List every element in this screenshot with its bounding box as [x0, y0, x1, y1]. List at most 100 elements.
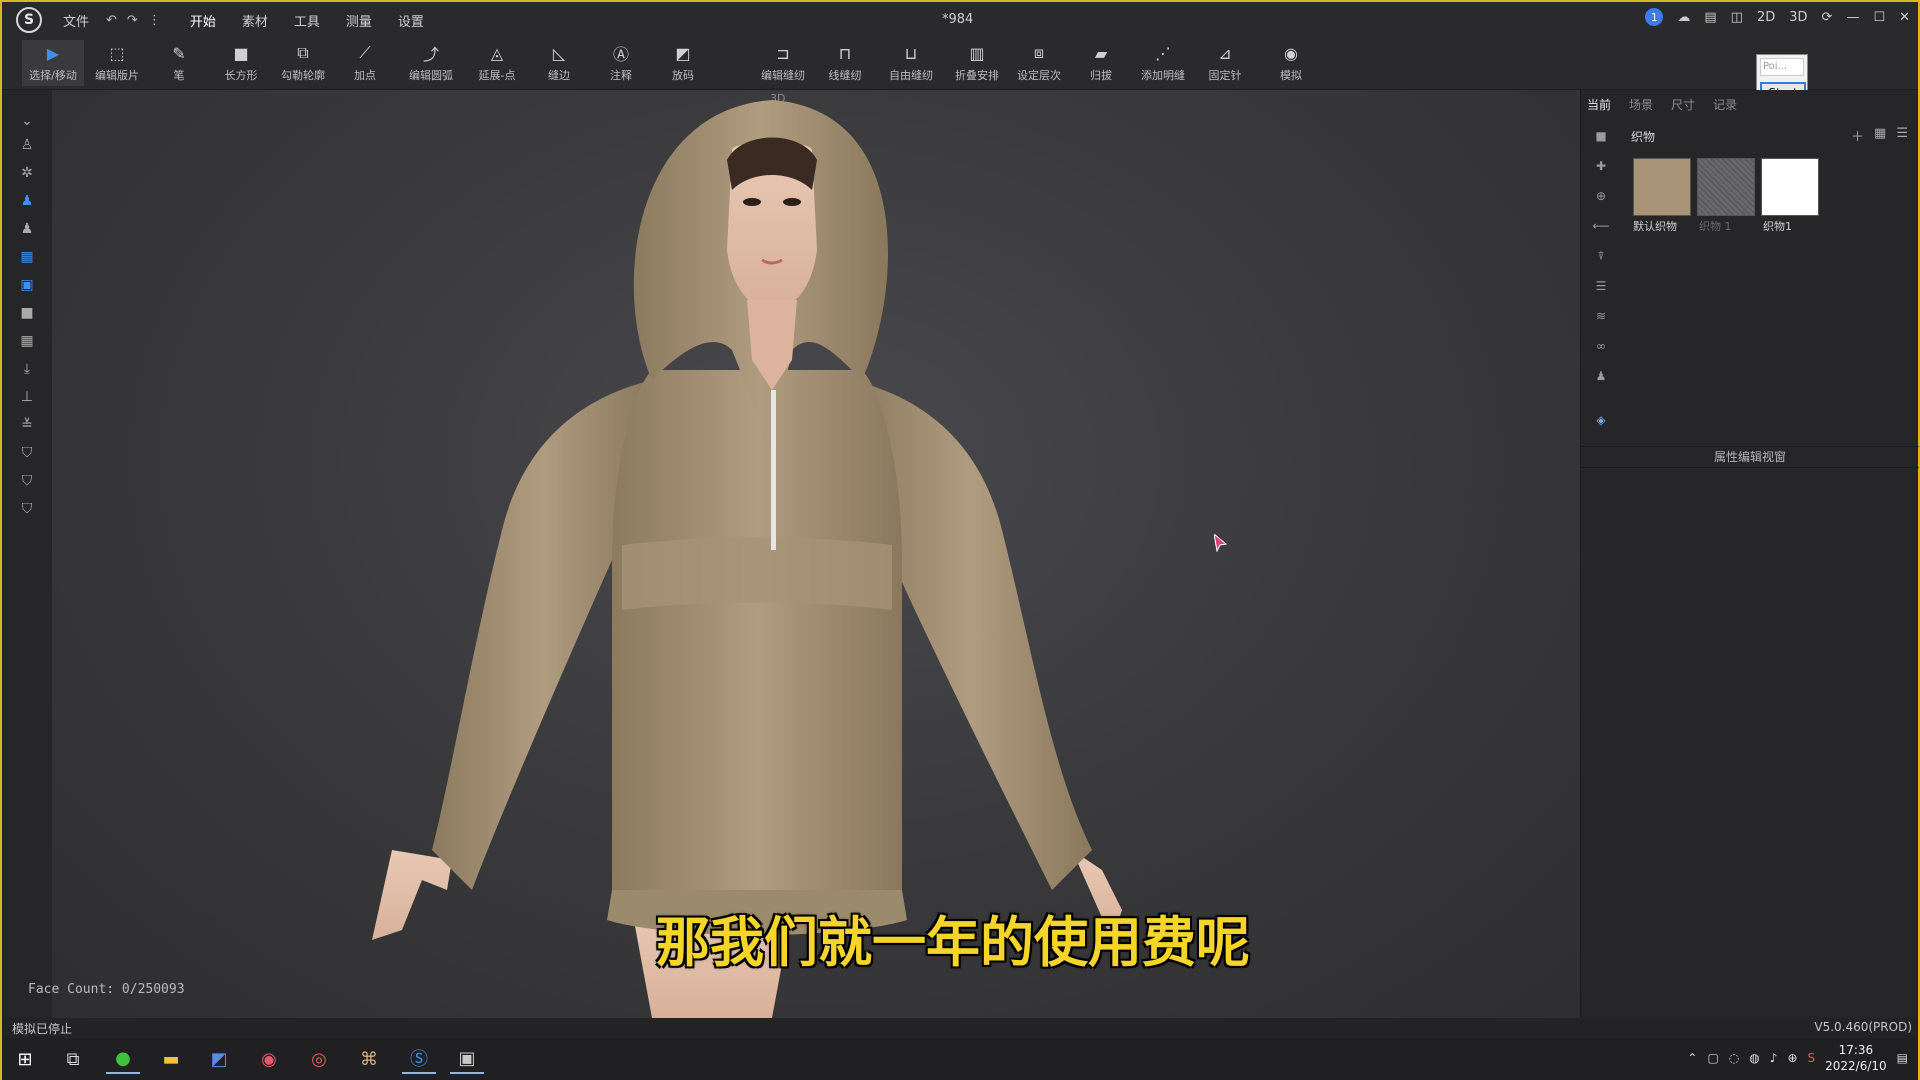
tool-seam-allowance[interactable]: ◺ 缝边 — [528, 40, 590, 86]
style3d-app-icon[interactable]: Ⓢ — [402, 1044, 436, 1074]
split-view-icon[interactable]: ◫ — [1731, 10, 1743, 25]
tool-set-layer[interactable]: ⧈ 设定层次 — [1008, 40, 1070, 86]
download-icon[interactable]: ⤓ — [16, 358, 38, 380]
list-view-icon[interactable]: ☰ — [1896, 126, 1908, 145]
tab-current[interactable]: 当前 — [1587, 96, 1611, 113]
cube-icon[interactable]: ◈ — [1593, 412, 1609, 428]
refresh-icon[interactable]: ⟳ — [1822, 10, 1833, 25]
topstitch-library-icon[interactable]: ≋ — [1593, 308, 1609, 324]
grid-view-icon[interactable]: ▦ — [1874, 126, 1886, 145]
menu-tools[interactable]: 工具 — [281, 11, 333, 30]
layout-icon[interactable]: ▤ — [1704, 10, 1716, 25]
tab-history[interactable]: 记录 — [1713, 96, 1737, 113]
network-icon[interactable]: ◌ — [1729, 1051, 1739, 1065]
avatar-tool-icon[interactable]: ♙ — [16, 134, 38, 156]
chevron-up-icon[interactable]: ⌃ — [1687, 1051, 1697, 1065]
tab-size[interactable]: 尺寸 — [1671, 96, 1695, 113]
qq-icon[interactable]: ◍ — [1749, 1051, 1759, 1065]
file-explorer-icon[interactable]: ▬ — [154, 1044, 188, 1074]
image-app-icon[interactable]: ▣ — [450, 1044, 484, 1074]
popup-input[interactable]: Poi... — [1760, 58, 1804, 76]
tool-label: 模拟 — [1280, 69, 1302, 82]
tool-edit-curve[interactable]: ⤴ 编辑圆弧 — [400, 40, 462, 86]
menu-material[interactable]: 素材 — [229, 11, 281, 30]
notification-center-icon[interactable]: ▤ — [1897, 1051, 1908, 1065]
tool-edit-pattern[interactable]: ⬚ 编辑版片 — [86, 40, 148, 86]
skeleton-icon[interactable]: ✲ — [16, 162, 38, 184]
fabric-swatch-2[interactable] — [1761, 158, 1819, 216]
clock[interactable]: 17:36 2022/6/10 — [1825, 1042, 1887, 1074]
tab-scene[interactable]: 场景 — [1629, 96, 1653, 113]
menu-settings[interactable]: 设置 — [385, 11, 437, 30]
tool-trace[interactable]: ⧉ 勾勒轮廓 — [272, 40, 334, 86]
collapse-icon[interactable]: ⌄ — [16, 110, 38, 132]
shirt-outline-icon[interactable]: ⛉ — [16, 470, 38, 492]
fabric-library-icon[interactable]: ■ — [1593, 128, 1609, 144]
needle-icon[interactable]: ⟵ — [1592, 218, 1609, 234]
link-icon[interactable]: ∞ — [1593, 338, 1609, 354]
more-icon[interactable]: ⋮ — [148, 13, 161, 28]
axis-icon[interactable]: ⊥ — [16, 386, 38, 408]
menu-measure[interactable]: 测量 — [333, 11, 385, 30]
task-view-icon[interactable]: ⧉ — [56, 1044, 90, 1074]
avatar-solid-icon[interactable]: ♟ — [16, 218, 38, 240]
fabric-view-icon[interactable]: ▣ — [16, 274, 38, 296]
solid-view-icon[interactable]: ■ — [16, 302, 38, 324]
texture-icon[interactable]: ▦ — [16, 246, 38, 268]
fabric-swatch-1[interactable] — [1697, 158, 1755, 216]
stack-icon[interactable]: ≚ — [16, 414, 38, 436]
whiteboard-icon[interactable]: ◩ — [202, 1044, 236, 1074]
tool-topstitch[interactable]: ⋰ 添加明缝 — [1132, 40, 1194, 86]
wechat-icon[interactable]: ● — [106, 1044, 140, 1074]
menu-start[interactable]: 开始 — [177, 11, 229, 30]
add-icon[interactable]: ＋ — [1851, 126, 1864, 145]
clock-time: 17:36 — [1838, 1043, 1874, 1057]
tool-simulate[interactable]: ◉ 模拟 — [1260, 40, 1322, 86]
file-menu[interactable]: 文件 — [50, 11, 102, 30]
cloud-icon[interactable]: ☁ — [1677, 10, 1690, 25]
tool-select-move[interactable]: ▶ 选择/移动 — [22, 40, 84, 86]
view-3d-button[interactable]: 3D — [1789, 10, 1807, 25]
undo-icon[interactable]: ↶ — [106, 13, 117, 28]
tool-label: 长方形 — [224, 69, 258, 82]
stitch-icon[interactable]: ☰ — [1593, 278, 1609, 294]
ime-icon[interactable]: ⊕ — [1787, 1051, 1797, 1065]
tool-grading[interactable]: ◩ 放码 — [652, 40, 714, 86]
button-library-icon[interactable]: ✚ — [1593, 158, 1609, 174]
viewport-3d[interactable]: 3D — [52, 90, 1580, 1018]
fabric-swatch-default[interactable] — [1633, 158, 1691, 216]
maximize-icon[interactable]: ☐ — [1873, 10, 1885, 25]
browser-icon[interactable]: ⌘ — [352, 1044, 386, 1074]
shirt-alt-icon[interactable]: ⛉ — [16, 498, 38, 520]
app-logo[interactable]: S — [16, 7, 42, 33]
video-app-icon[interactable]: ◎ — [302, 1044, 336, 1074]
avatar-library-icon[interactable]: ♟ — [1593, 368, 1609, 384]
camera-icon[interactable]: ▢ — [1707, 1051, 1718, 1065]
tool-add-point[interactable]: ⟋ 加点 — [334, 40, 396, 86]
tool-segment-sewing[interactable]: ⊓ 线缝纫 — [814, 40, 876, 86]
mesh-icon[interactable]: ▦ — [16, 330, 38, 352]
tool-fold-arrange[interactable]: ▥ 折叠安排 — [946, 40, 1008, 86]
tool-pin[interactable]: ⊿ 固定针 — [1194, 40, 1256, 86]
tool-annotation[interactable]: Ⓐ 注释 — [590, 40, 652, 86]
tool-edit-sewing[interactable]: ⊐ 编辑缝纫 — [752, 40, 814, 86]
tool-extend-point[interactable]: ◬ 延展-点 — [466, 40, 528, 86]
view-2d-button[interactable]: 2D — [1757, 10, 1775, 25]
shirt-icon[interactable]: ⛉ — [16, 442, 38, 464]
close-icon[interactable]: ✕ — [1899, 10, 1910, 25]
notification-badge[interactable]: 1 — [1645, 8, 1664, 26]
tool-shrink[interactable]: ▰ 归拔 — [1070, 40, 1132, 86]
camera-app-icon[interactable]: ◉ — [252, 1044, 286, 1074]
button-icon[interactable]: ⊕ — [1593, 188, 1609, 204]
zipper-icon[interactable]: ⍒ — [1593, 248, 1609, 264]
tool-rectangle[interactable]: ■ 长方形 — [210, 40, 272, 86]
minimize-icon[interactable]: — — [1846, 10, 1859, 25]
redo-icon[interactable]: ↷ — [127, 13, 138, 28]
extend-point-icon: ◬ — [490, 43, 504, 63]
avatar-blue-icon[interactable]: ♟ — [16, 190, 38, 212]
windows-start-icon[interactable]: ⊞ — [8, 1044, 42, 1074]
volume-icon[interactable]: ♪ — [1770, 1051, 1778, 1065]
tool-pen[interactable]: ✎ 笔 — [148, 40, 210, 86]
sogou-icon[interactable]: S — [1808, 1051, 1816, 1065]
tool-free-sewing[interactable]: ⊔ 自由缝纫 — [880, 40, 942, 86]
